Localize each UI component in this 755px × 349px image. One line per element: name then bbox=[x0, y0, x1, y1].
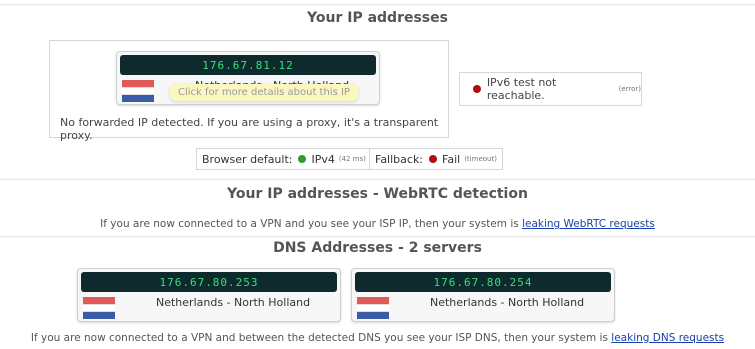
netherlands-flag-icon bbox=[83, 297, 115, 319]
ipv6-panel: IPv6 test not reachable. (error) bbox=[459, 72, 642, 106]
dns-card-2[interactable]: 176.67.80.254 Netherlands - North Hollan… bbox=[351, 268, 615, 322]
ipv6-status: (error) bbox=[618, 85, 641, 93]
webrtc-leak-link[interactable]: leaking WebRTC requests bbox=[522, 218, 655, 230]
dns-divider bbox=[0, 236, 755, 237]
ip-tooltip: Click for more details about this IP bbox=[170, 84, 358, 101]
fallback-label: Fallback: bbox=[375, 152, 424, 166]
webrtc-text: If you are now connected to a VPN and yo… bbox=[100, 218, 519, 230]
browser-default-pill: Browser default: IPv4 (42 ms) bbox=[196, 148, 372, 170]
browser-default-label: Browser default: bbox=[202, 152, 293, 166]
red-dot-icon bbox=[473, 85, 481, 93]
fallback-pill: Fallback: Fail (timeout) bbox=[369, 148, 503, 170]
dns-info: If you are now connected to a VPN and be… bbox=[0, 332, 755, 344]
dns-location-1: Netherlands - North Holland bbox=[156, 296, 311, 309]
dns-card-1[interactable]: 176.67.80.253 Netherlands - North Hollan… bbox=[77, 268, 341, 322]
netherlands-flag-icon bbox=[357, 297, 389, 319]
forwarded-ip-note: No forwarded IP detected. If you are usi… bbox=[60, 116, 439, 142]
webrtc-divider bbox=[0, 179, 755, 180]
webrtc-info: If you are now connected to a VPN and yo… bbox=[0, 218, 755, 230]
browser-default-time: (42 ms) bbox=[338, 155, 366, 163]
fallback-status: (timeout) bbox=[464, 155, 497, 163]
ip-panel: 176.67.81.12 Netherlands - North Holland… bbox=[49, 40, 449, 142]
webrtc-title: Your IP addresses - WebRTC detection bbox=[227, 186, 528, 202]
dns-ip-1: 176.67.80.253 bbox=[81, 272, 337, 292]
dns-title: DNS Addresses - 2 servers bbox=[273, 240, 482, 256]
dns-text: If you are now connected to a VPN and be… bbox=[30, 332, 608, 344]
dns-ip-2: 176.67.80.254 bbox=[355, 272, 611, 292]
ip-section-title: Your IP addresses bbox=[307, 10, 448, 26]
netherlands-flag-icon bbox=[122, 80, 154, 102]
red-dot-icon bbox=[429, 155, 438, 163]
ipv6-text: IPv6 test not reachable. bbox=[486, 76, 557, 102]
ip-address: 176.67.81.12 bbox=[120, 55, 376, 75]
top-divider bbox=[0, 4, 755, 5]
dns-leak-link[interactable]: leaking DNS requests bbox=[611, 332, 724, 344]
browser-default-value: IPv4 bbox=[311, 152, 335, 166]
green-dot-icon bbox=[298, 155, 307, 163]
dns-location-2: Netherlands - North Holland bbox=[430, 296, 585, 309]
fallback-value: Fail bbox=[442, 152, 461, 166]
